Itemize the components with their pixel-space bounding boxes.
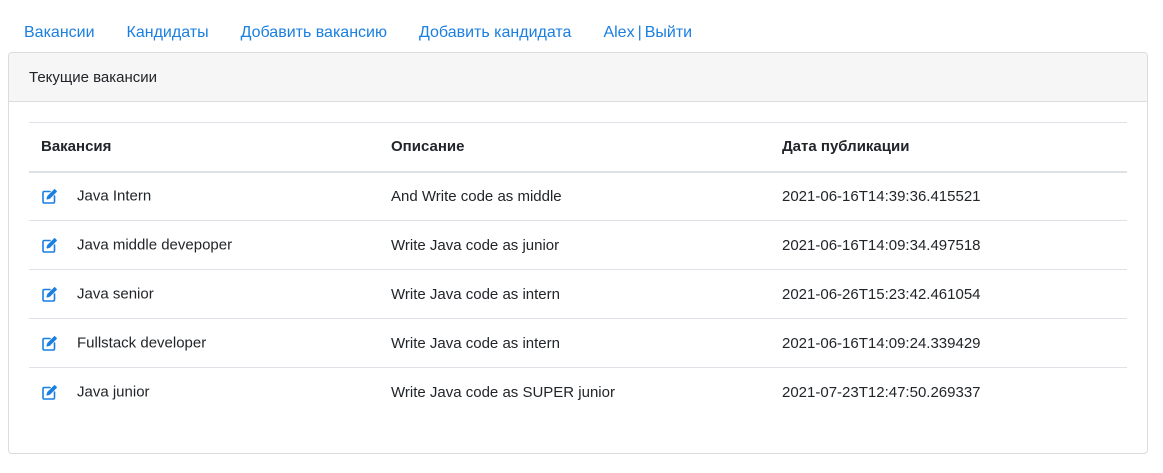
nav-link-user[interactable]: Alex xyxy=(603,18,634,48)
vacancy-name: Java junior xyxy=(77,384,150,402)
edit-icon[interactable] xyxy=(41,237,58,254)
edit-icon[interactable] xyxy=(41,384,58,401)
nav-link-candidates[interactable]: Кандидаты xyxy=(111,18,225,48)
vacancy-date: 2021-06-26T15:23:42.461054 xyxy=(782,285,981,303)
vacancies-table: Вакансия Описание Дата публикации Java I… xyxy=(29,122,1127,417)
table-row: Fullstack developer Write Java code as i… xyxy=(29,319,1127,368)
top-navigation: Вакансии Кандидаты Добавить вакансию Доб… xyxy=(8,18,708,48)
nav-link-add-candidate[interactable]: Добавить кандидата xyxy=(403,18,587,48)
column-header-date: Дата публикации xyxy=(782,138,910,156)
table-header-row: Вакансия Описание Дата публикации xyxy=(29,122,1127,172)
vacancy-date: 2021-07-23T12:47:50.269337 xyxy=(782,383,981,401)
vacancy-name: Java senior xyxy=(77,285,154,303)
card-header: Текущие вакансии xyxy=(9,53,1147,102)
vacancy-description: Write Java code as SUPER junior xyxy=(391,383,615,401)
nav-link-logout[interactable]: Выйти xyxy=(645,18,692,48)
table-row: Java junior Write Java code as SUPER jun… xyxy=(29,368,1127,417)
nav-link-vacancies[interactable]: Вакансии xyxy=(8,18,111,48)
vacancy-cell: Fullstack developer xyxy=(29,319,379,368)
edit-icon[interactable] xyxy=(41,188,58,205)
vacancy-description: Write Java code as intern xyxy=(391,334,560,352)
vacancy-description: Write Java code as intern xyxy=(391,285,560,303)
nav-link-add-vacancy[interactable]: Добавить вакансию xyxy=(225,18,403,48)
vacancy-date: 2021-06-16T14:09:34.497518 xyxy=(782,236,981,254)
vacancy-name: Fullstack developer xyxy=(77,334,207,352)
table-head: Вакансия Описание Дата публикации xyxy=(29,122,1127,172)
column-header-vacancy: Вакансия xyxy=(41,138,112,156)
vacancies-card: Текущие вакансии Вакансия Описание Дата … xyxy=(8,52,1148,454)
vacancy-description: Write Java code as junior xyxy=(391,236,560,254)
vacancy-name: Java middle devepoper xyxy=(77,236,233,254)
column-header-description: Описание xyxy=(391,138,465,156)
table-row: Java Intern And Write code as middle 202… xyxy=(29,172,1127,221)
vacancy-cell: Java Intern xyxy=(29,172,379,221)
vacancy-date: 2021-06-16T14:39:36.415521 xyxy=(782,187,981,205)
vacancy-description: And Write code as middle xyxy=(391,187,562,205)
vacancy-date: 2021-06-16T14:09:24.339429 xyxy=(782,334,981,352)
nav-separator: | xyxy=(637,24,642,41)
table-body: Java Intern And Write code as middle 202… xyxy=(29,172,1127,417)
user-auth-group: Alex | Выйти xyxy=(587,18,708,48)
vacancy-cell: Java senior xyxy=(29,270,379,319)
edit-icon[interactable] xyxy=(41,335,58,352)
vacancy-name: Java Intern xyxy=(77,188,152,206)
vacancy-cell: Java middle devepoper xyxy=(29,221,379,270)
table-row: Java middle devepoper Write Java code as… xyxy=(29,221,1127,270)
table-row: Java senior Write Java code as intern 20… xyxy=(29,270,1127,319)
edit-icon[interactable] xyxy=(41,286,58,303)
vacancy-cell: Java junior xyxy=(29,368,379,417)
